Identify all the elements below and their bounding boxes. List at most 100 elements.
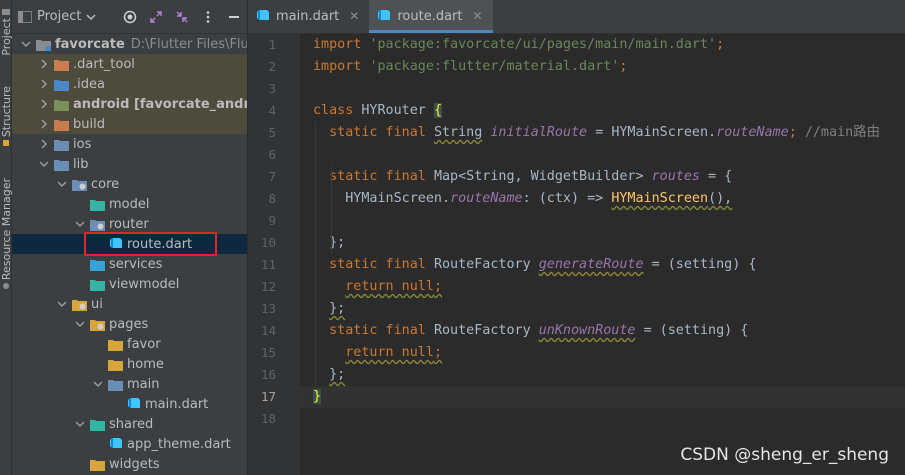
chevron-down-icon[interactable] [38,158,50,170]
code-line-7: static final Map<String, WidgetBuilder> … [329,169,733,184]
chevron-right-icon[interactable] [38,58,50,70]
collapse-all-icon[interactable] [175,10,189,24]
tree-item-label: app_theme.dart [127,436,231,452]
tree-item[interactable]: favor [12,334,247,354]
project-view-selector[interactable]: Project [18,9,97,24]
project-view-label: Project [37,9,82,24]
code-area[interactable]: import 'package:favorcate/ui/pages/main/… [300,34,905,475]
chevron-down-icon[interactable] [20,38,32,50]
chevron-right-icon[interactable] [38,78,50,90]
tree-item[interactable]: ios [12,134,247,154]
tree-item-label: favorcate [55,36,125,52]
folder-icon [90,198,105,211]
tree-item-label: ios [73,136,92,152]
chevron-down-icon[interactable] [92,378,104,390]
tab-label: main.dart [276,8,340,24]
line-number: 4 [268,103,276,118]
line-number-gutter: 1 2 3 4 5 6 7 8 9 10 11 12 13 14 15 16 17 18 [248,34,300,475]
tree-item[interactable]: app_theme.dart [12,434,247,454]
tab-label: route.dart [397,8,463,24]
code-line-10: }; [329,235,346,250]
tree-item[interactable]: viewmodel [12,274,247,294]
tree-item[interactable]: ui [12,294,247,314]
close-icon[interactable]: ✕ [472,9,482,23]
tree-item[interactable]: pages [12,314,247,334]
folder-icon [54,98,69,111]
line-number: 9 [268,213,276,228]
indent-guide [315,122,316,386]
options-menu-icon[interactable] [201,10,215,24]
dart-file-icon [108,438,123,451]
expand-all-icon[interactable] [149,10,163,24]
code-line-14: static final RouteFactory unKnownRoute =… [329,323,749,338]
tree-item[interactable]: core [12,174,247,194]
tree-item[interactable]: lib [12,154,247,174]
tree-item[interactable]: router [12,214,247,234]
chevron-right-icon[interactable] [38,138,50,150]
package-icon [90,218,105,231]
folder-icon [54,58,69,71]
tree-item-label: ui [91,296,103,312]
tool-window-strip: Project Structure Resource Manager [0,0,13,475]
tree-item-path: D:\Flutter Files\Flutter S [130,36,248,52]
tree-item[interactable]: android [favorcate_android] [12,94,247,114]
tree-item-label: pages [109,316,149,332]
tree-item[interactable]: build [12,114,247,134]
project-tree: favorcate D:\Flutter Files\Flutter S .dart… [12,34,248,474]
tree-item[interactable]: model [12,194,247,214]
line-number: 10 [260,235,276,250]
chevron-right-icon[interactable] [38,118,50,130]
chevron-down-icon[interactable] [74,418,86,430]
folder-icon [90,278,105,291]
package-icon [72,298,87,311]
tree-item-label: build [73,116,105,132]
locate-file-icon[interactable] [123,10,137,24]
tab-route-dart[interactable]: route.dart ✕ [369,0,493,33]
tree-item[interactable]: .idea [12,74,247,94]
chevron-down-icon[interactable] [74,218,86,230]
dart-file-icon [108,238,123,251]
tree-item[interactable]: .dart_tool [12,54,247,74]
folder-icon [54,78,69,91]
tree-item[interactable]: main [12,374,247,394]
code-line-5: static final String initialRoute = HYMai… [329,125,880,140]
chevron-down-icon[interactable] [56,178,68,190]
tree-item-label: lib [73,156,89,172]
tab-main-dart[interactable]: main.dart ✕ [248,0,369,33]
dart-file-icon [126,398,141,411]
tree-item[interactable]: main.dart [12,394,247,414]
line-number: 14 [260,323,276,338]
tree-item[interactable]: route.dart [12,234,247,254]
resource-manager-tool-tab-label: Resource Manager [0,178,13,281]
tree-item[interactable]: widgets [12,454,247,474]
tree-item[interactable]: shared [12,414,247,434]
project-panel: Project favorcate D:\Flutter Files\Flutte… [12,0,248,475]
chevron-right-icon[interactable] [38,98,50,110]
line-number: 1 [268,37,276,52]
tree-item-label: home [127,356,164,372]
code-line-13: }; [329,301,346,316]
code-line-12: return null; [345,279,442,294]
line-number: 3 [268,81,276,96]
tree-item-label: model [109,196,150,212]
close-icon[interactable]: ✕ [349,9,359,23]
indent-guide [331,166,332,254]
tree-item[interactable]: services [12,254,247,274]
tree-item[interactable]: favorcate D:\Flutter Files\Flutter S [12,34,248,54]
editor-area: main.dart ✕ route.dart ✕ 1 2 3 4 5 6 7 8 9 10 11 12… [248,0,905,475]
code-line-17: } [300,386,905,408]
line-number: 7 [268,169,276,184]
chevron-down-icon[interactable] [74,318,86,330]
chevron-down-icon[interactable] [56,298,68,310]
tree-item[interactable]: home [12,354,247,374]
folder-icon [90,418,105,431]
tree-item-label: main [127,376,160,392]
watermark-text: CSDN @sheng_er_sheng [680,445,889,465]
hide-panel-icon[interactable] [227,10,241,24]
